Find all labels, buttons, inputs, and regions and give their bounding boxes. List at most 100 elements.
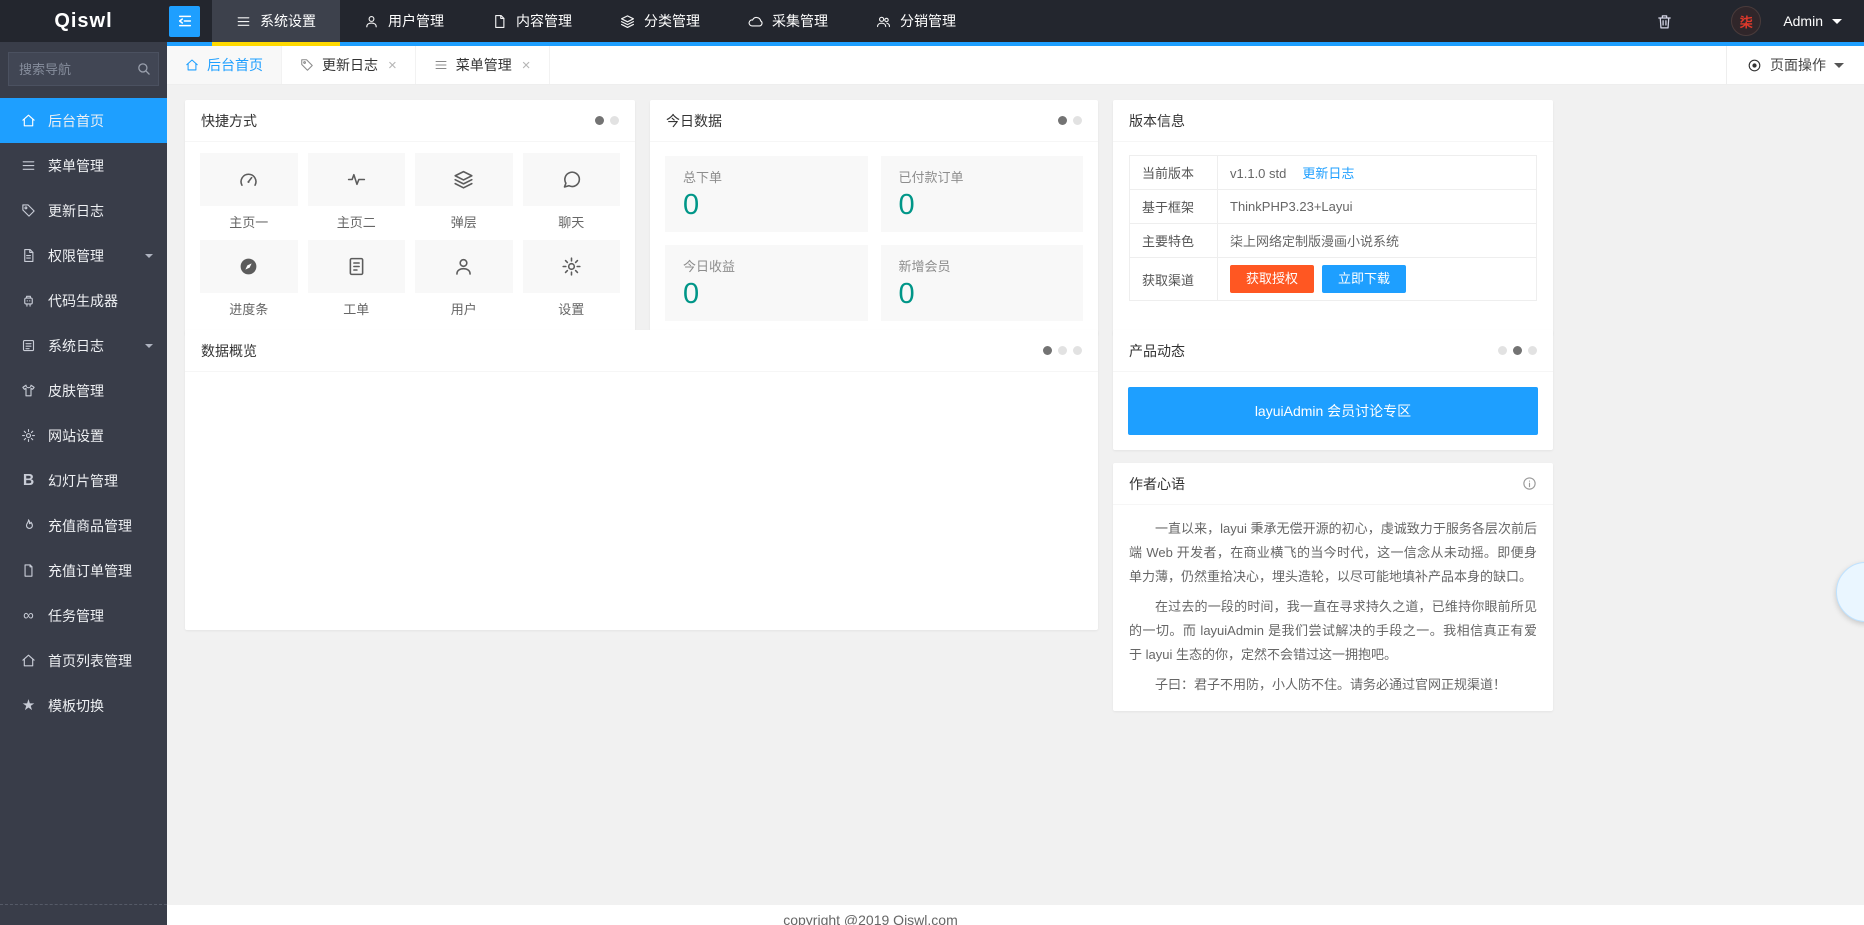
chevron-down-icon <box>145 344 153 348</box>
tab-1[interactable]: 更新日志 × <box>282 46 416 84</box>
carousel-dot[interactable] <box>1073 116 1082 125</box>
carousel-dot[interactable] <box>610 116 619 125</box>
shortcut-tile <box>200 240 298 293</box>
shrink-icon <box>177 13 193 29</box>
home-icon <box>185 58 199 72</box>
chevron-down-icon <box>1834 63 1844 68</box>
nav-item-5[interactable]: 分销管理 <box>852 0 980 42</box>
sidebar-item-9[interactable]: 充值商品管理 <box>0 503 167 548</box>
version-row: 当前版本v1.1.0 std更新日志 <box>1130 156 1537 190</box>
sidebar-item-2[interactable]: 更新日志 <box>0 188 167 233</box>
sidebar-item-3[interactable]: 权限管理 <box>0 233 167 278</box>
sidebar-item-0[interactable]: 后台首页 <box>0 98 167 143</box>
shortcut-item-5[interactable]: 工单 <box>308 240 406 318</box>
shortcut-item-6[interactable]: 用户 <box>415 240 513 318</box>
download-button[interactable]: 立即下载 <box>1322 265 1406 293</box>
shortcut-label: 用户 <box>415 299 513 318</box>
card-shortcuts: 快捷方式 主页一主页二弹层聊天进度条工单用户设置 <box>185 100 635 335</box>
page-operations-label: 页面操作 <box>1770 55 1826 75</box>
compass-icon <box>238 256 259 277</box>
shortcut-item-2[interactable]: 弹层 <box>415 153 513 231</box>
sidebar-item-10[interactable]: 充值订单管理 <box>0 548 167 593</box>
carousel-dot[interactable] <box>1058 116 1067 125</box>
sidebar: 后台首页菜单管理更新日志权限管理代码生成器系统日志皮肤管理网站设置B幻灯片管理充… <box>0 42 167 925</box>
sidebar-item-8[interactable]: B幻灯片管理 <box>0 458 167 503</box>
carousel-dot[interactable] <box>595 116 604 125</box>
nav-item-label: 内容管理 <box>516 11 572 31</box>
infinity-icon: ∞ <box>20 608 37 623</box>
version-row: 基于框架ThinkPHP3.23+Layui <box>1130 190 1537 224</box>
shortcut-tile <box>415 240 513 293</box>
tab-2[interactable]: 菜单管理× <box>416 46 550 84</box>
carousel-dot[interactable] <box>1058 346 1067 355</box>
sidebar-menu: 后台首页菜单管理更新日志权限管理代码生成器系统日志皮肤管理网站设置B幻灯片管理充… <box>0 98 167 728</box>
changelog-link[interactable]: 更新日志 <box>1302 166 1354 181</box>
stat-label: 总下单 <box>683 167 850 186</box>
tab-0[interactable]: 后台首页 <box>167 46 282 84</box>
cloud-icon <box>748 14 763 29</box>
forum-button[interactable]: layuiAdmin 会员讨论专区 <box>1128 387 1538 435</box>
shortcut-tile <box>523 240 621 293</box>
users-icon <box>876 14 891 29</box>
sidebar-item-11[interactable]: ∞任务管理 <box>0 593 167 638</box>
carousel-dot[interactable] <box>1073 346 1082 355</box>
nav-item-1[interactable]: 用户管理 <box>340 0 468 42</box>
layers-icon <box>453 169 474 190</box>
menu-icon <box>20 158 37 173</box>
author-paragraphs: 一直以来，layui 秉承无偿开源的初心，虔诚致力于服务各层次前后端 Web 开… <box>1113 505 1553 711</box>
shortcut-item-1[interactable]: 主页二 <box>308 153 406 231</box>
top-row: 快捷方式 主页一主页二弹层聊天进度条工单用户设置 今日数据 总下单0已付款订单0… <box>185 100 1553 335</box>
gear-icon <box>561 256 582 277</box>
author-paragraph: 在过去的一段的时间，我一直在寻求持久之道，已维持你眼前所见的一切。而 layui… <box>1129 595 1537 667</box>
get-license-button[interactable]: 获取授权 <box>1230 265 1314 293</box>
card-title: 作者心语 <box>1129 474 1522 494</box>
sidebar-item-12[interactable]: 首页列表管理 <box>0 638 167 683</box>
search-icon[interactable] <box>136 61 151 76</box>
nav-item-label: 分销管理 <box>900 11 956 31</box>
tab-close-icon[interactable]: × <box>388 57 397 74</box>
sidebar-item-4[interactable]: 代码生成器 <box>0 278 167 323</box>
user-icon <box>364 14 379 29</box>
nav-item-2[interactable]: 内容管理 <box>468 0 596 42</box>
nav-item-label: 系统设置 <box>260 11 316 31</box>
tab-close-icon[interactable]: × <box>522 57 531 74</box>
shortcut-item-4[interactable]: 进度条 <box>200 240 298 318</box>
sidebar-item-label: 充值商品管理 <box>48 516 132 536</box>
carousel-dot[interactable] <box>1498 346 1507 355</box>
nav-item-4[interactable]: 采集管理 <box>724 0 852 42</box>
bottom-row: 数据概览 产品动态 layuiAdmin 会员讨论专区 <box>185 330 1553 711</box>
sidebar-item-label: 皮肤管理 <box>48 381 104 401</box>
tab-strip: 后台首页更新日志×菜单管理× <box>167 46 1726 84</box>
sidebar-item-1[interactable]: 菜单管理 <box>0 143 167 188</box>
shortcut-tile <box>308 240 406 293</box>
user-menu[interactable]: Admin <box>1783 13 1842 29</box>
tab-label: 更新日志 <box>322 55 378 75</box>
shortcut-item-7[interactable]: 设置 <box>523 240 621 318</box>
sidebar-item-7[interactable]: 网站设置 <box>0 413 167 458</box>
sidebar-collapse-button[interactable] <box>169 6 200 37</box>
version-value: v1.1.0 std <box>1230 166 1286 181</box>
avatar[interactable]: 柒 <box>1731 6 1761 36</box>
shortcut-item-3[interactable]: 聊天 <box>523 153 621 231</box>
sidebar-item-13[interactable]: ★模板切换 <box>0 683 167 728</box>
carousel-dot[interactable] <box>1528 346 1537 355</box>
shortcut-item-0[interactable]: 主页一 <box>200 153 298 231</box>
stat-tile-2: 今日收益0 <box>665 245 868 321</box>
version-row-label: 基于框架 <box>1130 190 1218 224</box>
carousel-dot[interactable] <box>1513 346 1522 355</box>
nav-item-3[interactable]: 分类管理 <box>596 0 724 42</box>
trash-icon[interactable] <box>1656 13 1673 30</box>
user-icon <box>453 256 474 277</box>
card-title: 快捷方式 <box>201 111 595 131</box>
menu-icon <box>236 14 251 29</box>
sidebar-item-label: 充值订单管理 <box>48 561 132 581</box>
carousel-dot[interactable] <box>1043 346 1052 355</box>
tshirt-icon <box>20 383 37 398</box>
page-operations-dropdown[interactable]: 页面操作 <box>1726 46 1864 84</box>
sidebar-item-5[interactable]: 系统日志 <box>0 323 167 368</box>
floating-widget[interactable] <box>1836 562 1864 622</box>
header-right: 柒 Admin <box>1656 6 1864 36</box>
nav-item-0[interactable]: 系统设置 <box>212 0 340 42</box>
sidebar-item-6[interactable]: 皮肤管理 <box>0 368 167 413</box>
card-today-data: 今日数据 总下单0已付款订单0今日收益0新增会员0 <box>650 100 1098 335</box>
